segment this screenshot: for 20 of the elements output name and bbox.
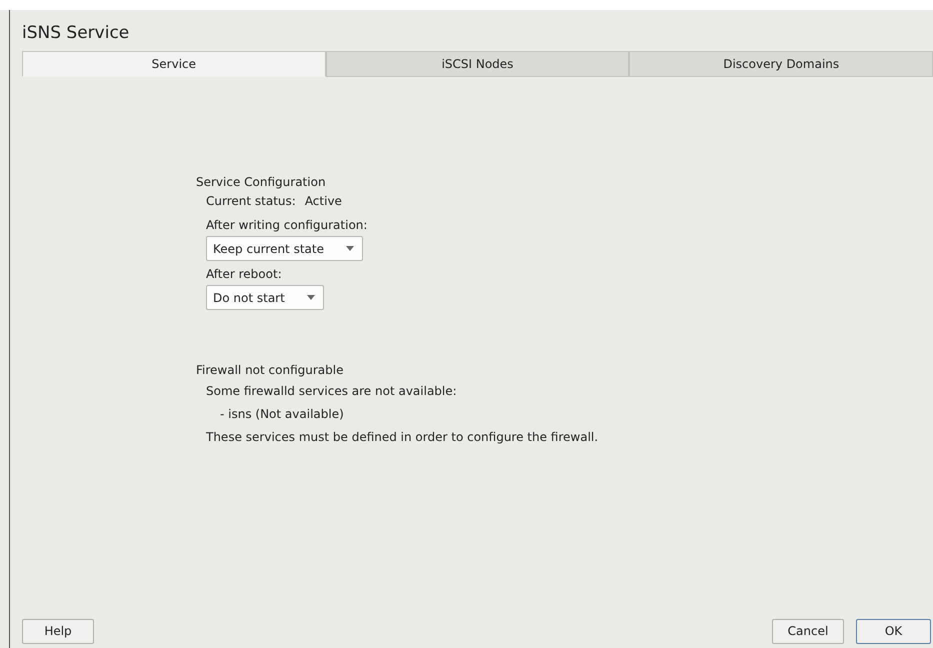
- section-heading: Firewall not configurable: [196, 362, 344, 379]
- status-label: Current status:: [206, 193, 296, 210]
- status-value: Active: [304, 193, 342, 210]
- field-label: After writing configuration:: [206, 217, 368, 234]
- dropdown-arrow-icon: [306, 295, 315, 300]
- help-button[interactable]: Help: [22, 618, 94, 644]
- cancel-button[interactable]: Cancel: [772, 618, 844, 644]
- list-item: - isns (Not available): [219, 406, 345, 423]
- window-title: iSNS Service: [22, 23, 130, 45]
- dropdown[interactable]: Keep current state: [206, 236, 363, 261]
- tab[interactable]: Service: [22, 51, 326, 77]
- tab[interactable]: iSCSI Nodes: [326, 51, 630, 77]
- tab[interactable]: Discovery Domains: [629, 51, 933, 77]
- info-text: Some firewalld services are not available:: [206, 383, 458, 400]
- ok-button[interactable]: OK: [856, 618, 931, 644]
- dropdown-arrow-icon: [346, 246, 354, 251]
- dropdown[interactable]: Do not start: [206, 285, 324, 310]
- info-text: These services must be defined in order to configure the firewall.: [206, 429, 600, 446]
- section-heading: Service Configuration: [196, 174, 327, 191]
- field-label: After reboot:: [206, 266, 283, 283]
